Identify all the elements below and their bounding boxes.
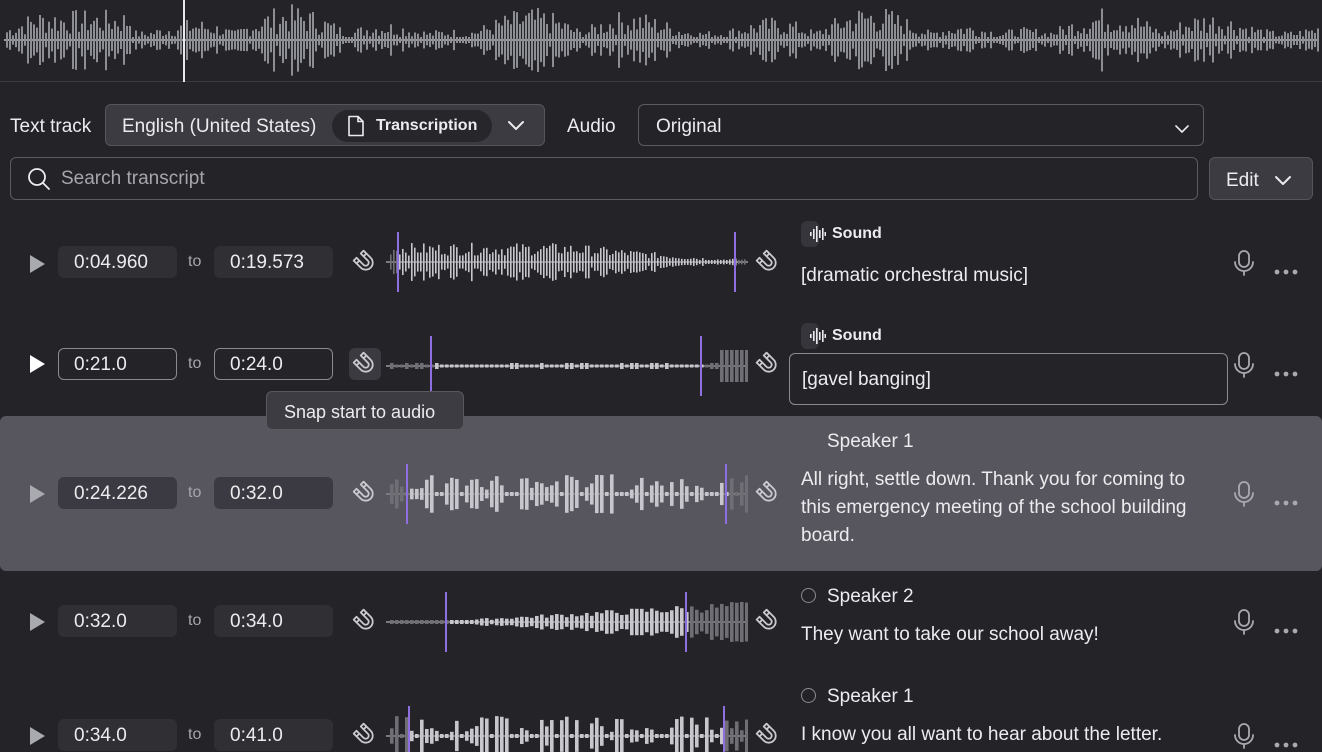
to-label: to [188,484,202,501]
audio-select-value: Original [656,116,722,137]
caption-text[interactable]: I know you all want to hear about the le… [801,721,1221,749]
start-time-field[interactable]: 0:24.226 [58,477,177,509]
caption-row[interactable]: 0:04.960 to 0:19.573 Sound [dramatic orc… [0,216,1322,311]
chevron-down-icon [1174,119,1190,140]
search-icon [27,167,51,196]
magnet-icon[interactable] [752,605,784,642]
end-time-field[interactable]: 0:24.0 [214,348,333,380]
text-track-select[interactable]: English (United States) Transcription [105,104,545,146]
caption-row[interactable]: 0:34.0 to 0:41.0 Speaker 1 I know you al… [0,680,1322,752]
track-toolbar: Text track English (United States) Trans… [0,104,1322,146]
clip-waveform[interactable] [386,464,748,524]
start-time-field[interactable]: 0:04.960 [58,246,177,278]
magnet-icon[interactable] [752,348,784,385]
microphone-icon[interactable] [1233,249,1255,282]
chevron-down-icon [1274,172,1292,193]
play-icon[interactable] [27,253,47,280]
search-input[interactable] [61,164,1181,194]
magnet-icon[interactable] [752,246,784,283]
chevron-down-icon [507,117,525,138]
play-icon[interactable] [27,353,47,380]
magnet-icon[interactable] [752,719,784,752]
end-time-field[interactable]: 0:32.0 [214,477,333,509]
play-icon[interactable] [27,483,47,510]
more-options-icon[interactable] [1274,618,1298,639]
sound-tag[interactable]: Sound [801,221,882,247]
caption-row[interactable]: 0:21.0 to 0:24.0 Sound [gavel banging] [0,318,1322,413]
transcription-pill-label: Transcription [376,117,478,134]
more-options-icon[interactable] [1274,732,1298,752]
play-icon[interactable] [27,725,47,752]
caption-input-text: [gavel banging] [802,369,931,390]
sound-tag-label: Sound [832,225,882,242]
clip-waveform[interactable] [386,336,748,396]
caption-input[interactable]: [gavel banging] [789,353,1228,405]
microphone-icon[interactable] [1233,351,1255,384]
microphone-icon[interactable] [1233,480,1255,513]
edit-button[interactable]: Edit [1209,157,1313,200]
to-label: to [188,726,202,743]
end-time-field[interactable]: 0:34.0 [214,605,333,637]
speaker-name: Speaker 1 [827,431,914,452]
audio-select[interactable]: Original [638,104,1204,146]
magnet-icon[interactable] [349,348,381,385]
to-label: to [188,253,202,270]
sound-tag-label: Sound [832,327,882,344]
overview-waveform-graphic [4,0,1319,82]
start-time-field[interactable]: 0:21.0 [58,348,177,380]
magnet-icon[interactable] [349,605,381,642]
edit-button-label: Edit [1226,170,1259,191]
more-options-icon[interactable] [1274,490,1298,511]
magnet-icon[interactable] [349,719,381,752]
caption-row-active[interactable]: 0:24.226 to 0:32.0 Speaker 1 All right, … [0,416,1322,571]
end-time-field[interactable]: 0:19.573 [214,246,333,278]
clip-waveform[interactable] [386,232,748,292]
audio-label: Audio [567,116,616,137]
caption-text[interactable]: They want to take our school away! [801,621,1211,649]
caption-text[interactable]: All right, settle down. Thank you for co… [801,466,1211,550]
more-options-icon[interactable] [1274,259,1298,280]
to-label: to [188,612,202,629]
speaker-radio[interactable] [801,688,816,703]
snap-start-tooltip: Snap start to audio [266,391,464,430]
magnet-icon[interactable] [752,477,784,514]
transcription-pill: Transcription [332,110,492,142]
more-options-icon[interactable] [1274,361,1298,382]
text-track-language: English (United States) [122,116,317,137]
microphone-icon[interactable] [1233,722,1255,752]
start-time-field[interactable]: 0:32.0 [58,605,177,637]
text-track-label: Text track [10,116,92,137]
clip-waveform[interactable] [386,592,748,652]
waveform-icon [810,328,826,349]
clip-waveform[interactable] [386,706,748,752]
overview-waveform[interactable] [0,0,1322,82]
speaker-name: Speaker 1 [827,686,914,707]
caption-text[interactable]: [dramatic orchestral music] [801,262,1201,290]
tooltip-text: Snap start to audio [284,402,436,422]
play-icon[interactable] [27,611,47,638]
to-label: to [188,355,202,372]
end-time-field[interactable]: 0:41.0 [214,719,333,751]
document-icon [346,115,366,142]
search-box [10,157,1198,200]
start-time-field[interactable]: 0:34.0 [58,719,177,751]
caption-row[interactable]: 0:32.0 to 0:34.0 Speaker 2 They want to … [0,580,1322,670]
magnet-icon[interactable] [349,246,381,283]
speaker-radio[interactable] [801,588,816,603]
microphone-icon[interactable] [1233,608,1255,641]
magnet-icon[interactable] [349,477,381,514]
waveform-icon [810,226,826,247]
speaker-name: Speaker 2 [827,586,914,607]
sound-tag[interactable]: Sound [801,323,882,349]
